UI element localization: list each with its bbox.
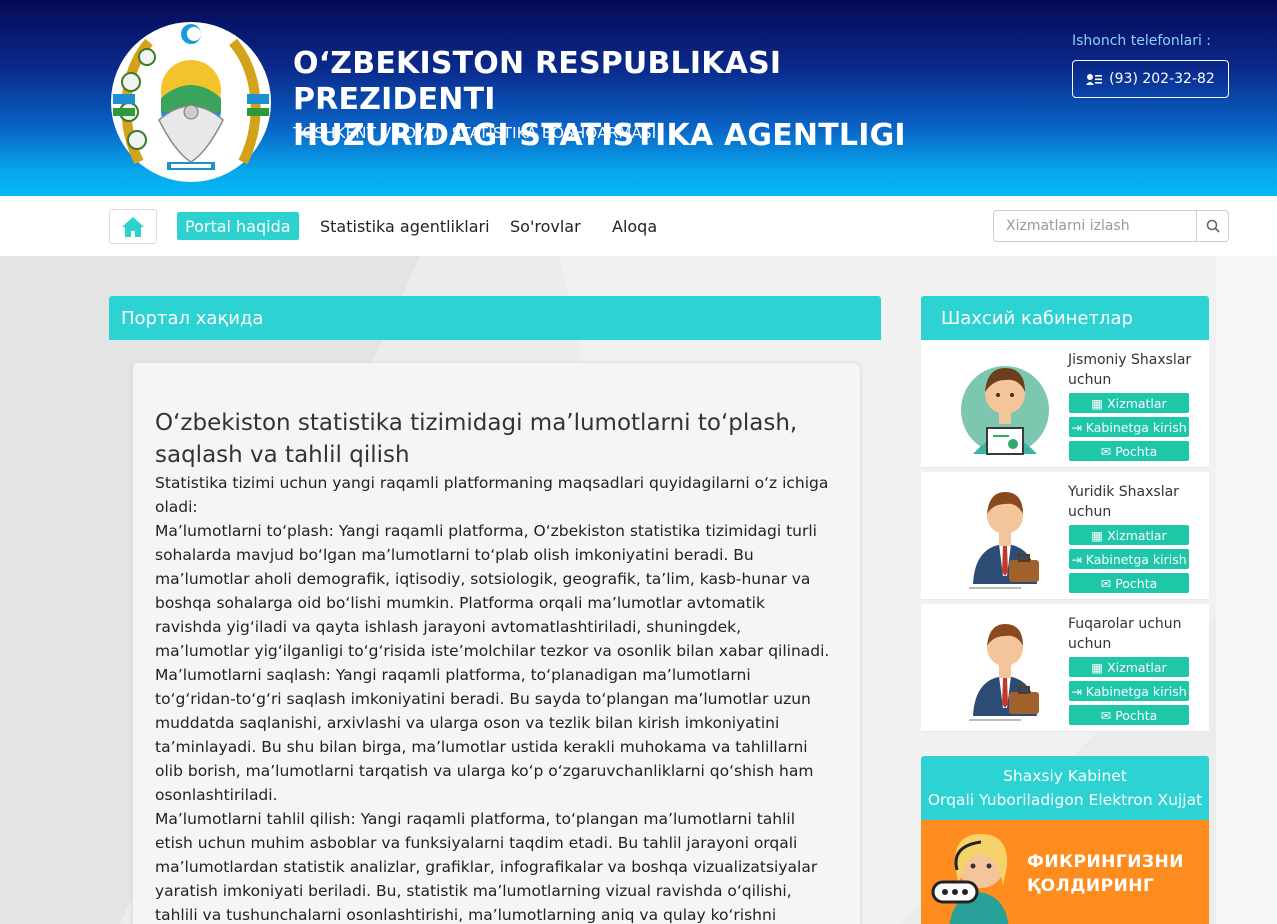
cabinet-title: Yuridik Shaxslar uchun (1068, 484, 1179, 520)
electronic-document-link[interactable]: Shaxsiy Kabinet Orqali Yuboriladigon Ele… (921, 756, 1209, 820)
home-icon (122, 216, 144, 237)
hotline-label: Ishonch telefonlari : (1072, 33, 1212, 49)
services-button-label: Xizmatlar (1107, 527, 1167, 543)
envelope-icon: ✉ (1100, 443, 1112, 459)
nav-item-portal-haqida[interactable]: Portal haqida (177, 212, 299, 240)
article-paragraph: Ma’lumotlarni saqlash: Yangi raqamli pla… (155, 666, 814, 804)
doc-line1: Shaxsiy Kabinet (1003, 767, 1127, 785)
mail-button-label: Pochta (1115, 575, 1158, 591)
table-icon: ▦ (1091, 659, 1104, 675)
services-button-label: Xizmatlar (1107, 395, 1167, 411)
home-button[interactable] (109, 209, 157, 244)
search-box (993, 210, 1229, 242)
article-paragraph: Ma’lumotlarni tahlil qilish: Yangi raqam… (155, 810, 818, 924)
envelope-icon: ✉ (1100, 575, 1112, 591)
operator-woman-icon (931, 834, 1009, 924)
sign-in-icon: ⇥ (1071, 683, 1082, 699)
nav-item-sorovlar[interactable]: So'rovlar (502, 212, 589, 240)
mail-button[interactable]: ✉ Pochta (1069, 705, 1189, 725)
cabinet-title: Fuqarolar uchun uchun (1068, 616, 1182, 652)
main-navigation: Portal haqida Statistika agentliklari So… (0, 196, 1277, 256)
feedback-text: ФИКРИНГИЗНИ ҚОЛДИРИНГ (1027, 850, 1184, 898)
nav-item-aloqa[interactable]: Aloqa (604, 212, 665, 240)
mail-button[interactable]: ✉ Pochta (1069, 573, 1189, 593)
table-icon: ▦ (1091, 527, 1104, 543)
individual-person-icon (961, 366, 1049, 455)
nav-item-statistika-agentliklari[interactable]: Statistika agentliklari (312, 212, 498, 240)
mail-button-label: Pochta (1115, 443, 1158, 459)
services-button[interactable]: ▦ Xizmatlar (1069, 657, 1189, 677)
envelope-icon: ✉ (1100, 707, 1112, 723)
sidebar-header-cabinets: Шахсий кабинетлар (921, 296, 1209, 340)
mail-button-label: Pochta (1115, 707, 1158, 723)
article-card: O‘zbekiston statistika tizimidagi ma’lum… (132, 362, 861, 924)
services-button-label: Xizmatlar (1107, 659, 1167, 675)
article-title: O‘zbekiston statistika tizimidagi ma’lum… (155, 410, 798, 468)
section-header-portal: Портал хақида (109, 296, 881, 340)
table-icon: ▦ (1091, 395, 1104, 411)
cabinet-login-label: Kabinetga kirish (1085, 551, 1187, 567)
hotline-button[interactable]: (93) 202-32-82 (1072, 60, 1229, 98)
organization-title-line1: O‘ZBEKISTON RESPUBLIKASI PREZIDENTI (293, 46, 782, 117)
state-emblem-logo[interactable] (109, 12, 273, 186)
mail-button[interactable]: ✉ Pochta (1069, 441, 1189, 461)
sign-in-icon: ⇥ (1071, 419, 1082, 435)
article-body: Statistika tizimi uchun yangi raqamli pl… (155, 471, 835, 924)
businessman-icon (969, 492, 1039, 589)
cabinet-title: Jismoniy Shaxslar uchun (1068, 352, 1192, 388)
doc-line2: Orqali Yuboriladigon Elektron Xujjat (927, 791, 1203, 809)
services-button[interactable]: ▦ Xizmatlar (1069, 525, 1189, 545)
cabinet-login-button[interactable]: ⇥ Kabinetga kirish (1069, 681, 1189, 701)
cabinet-login-button[interactable]: ⇥ Kabinetga kirish (1069, 549, 1189, 569)
organization-subtitle: TOSHKENT VILOYATI STATISTIKA BOSHQARMASI (293, 124, 657, 142)
services-button[interactable]: ▦ Xizmatlar (1069, 393, 1189, 413)
cabinet-login-button[interactable]: ⇥ Kabinetga kirish (1069, 417, 1189, 437)
sign-in-icon: ⇥ (1071, 551, 1082, 567)
hotline-number: (93) 202-32-82 (1109, 71, 1215, 87)
cabinet-login-label: Kabinetga kirish (1085, 419, 1187, 435)
feedback-line2: ҚОЛДИРИНГ (1027, 876, 1155, 896)
feedback-line1: ФИКРИНГИЗНИ (1027, 852, 1184, 872)
cabinet-login-label: Kabinetga kirish (1085, 683, 1187, 699)
search-icon (1206, 219, 1220, 233)
cabinet-card-legal-entities: Yuridik Shaxslar uchun ▦ Xizmatlar ⇥ Kabin… (921, 472, 1209, 600)
article-paragraph: Ma’lumotlarni to‘plash: Yangi raqamli pl… (155, 522, 830, 660)
cabinet-card-citizens: Fuqarolar uchun uchun ▦ Xizmatlar ⇥ Kabine… (921, 604, 1209, 732)
feedback-banner[interactable]: ФИКРИНГИЗНИ ҚОЛДИРИНГ (921, 820, 1209, 924)
search-button[interactable] (1196, 211, 1228, 241)
cabinet-card-individuals: Jismoniy Shaxslar uchun ▦ Xizmatlar ⇥ Kabi… (921, 340, 1209, 468)
businessman-icon (969, 624, 1039, 721)
contact-card-icon (1086, 74, 1103, 85)
search-input[interactable] (994, 211, 1196, 241)
site-header: O‘ZBEKISTON RESPUBLIKASI PREZIDENTI HUZU… (0, 0, 1277, 196)
article-paragraph: Statistika tizimi uchun yangi raqamli pl… (155, 474, 829, 516)
